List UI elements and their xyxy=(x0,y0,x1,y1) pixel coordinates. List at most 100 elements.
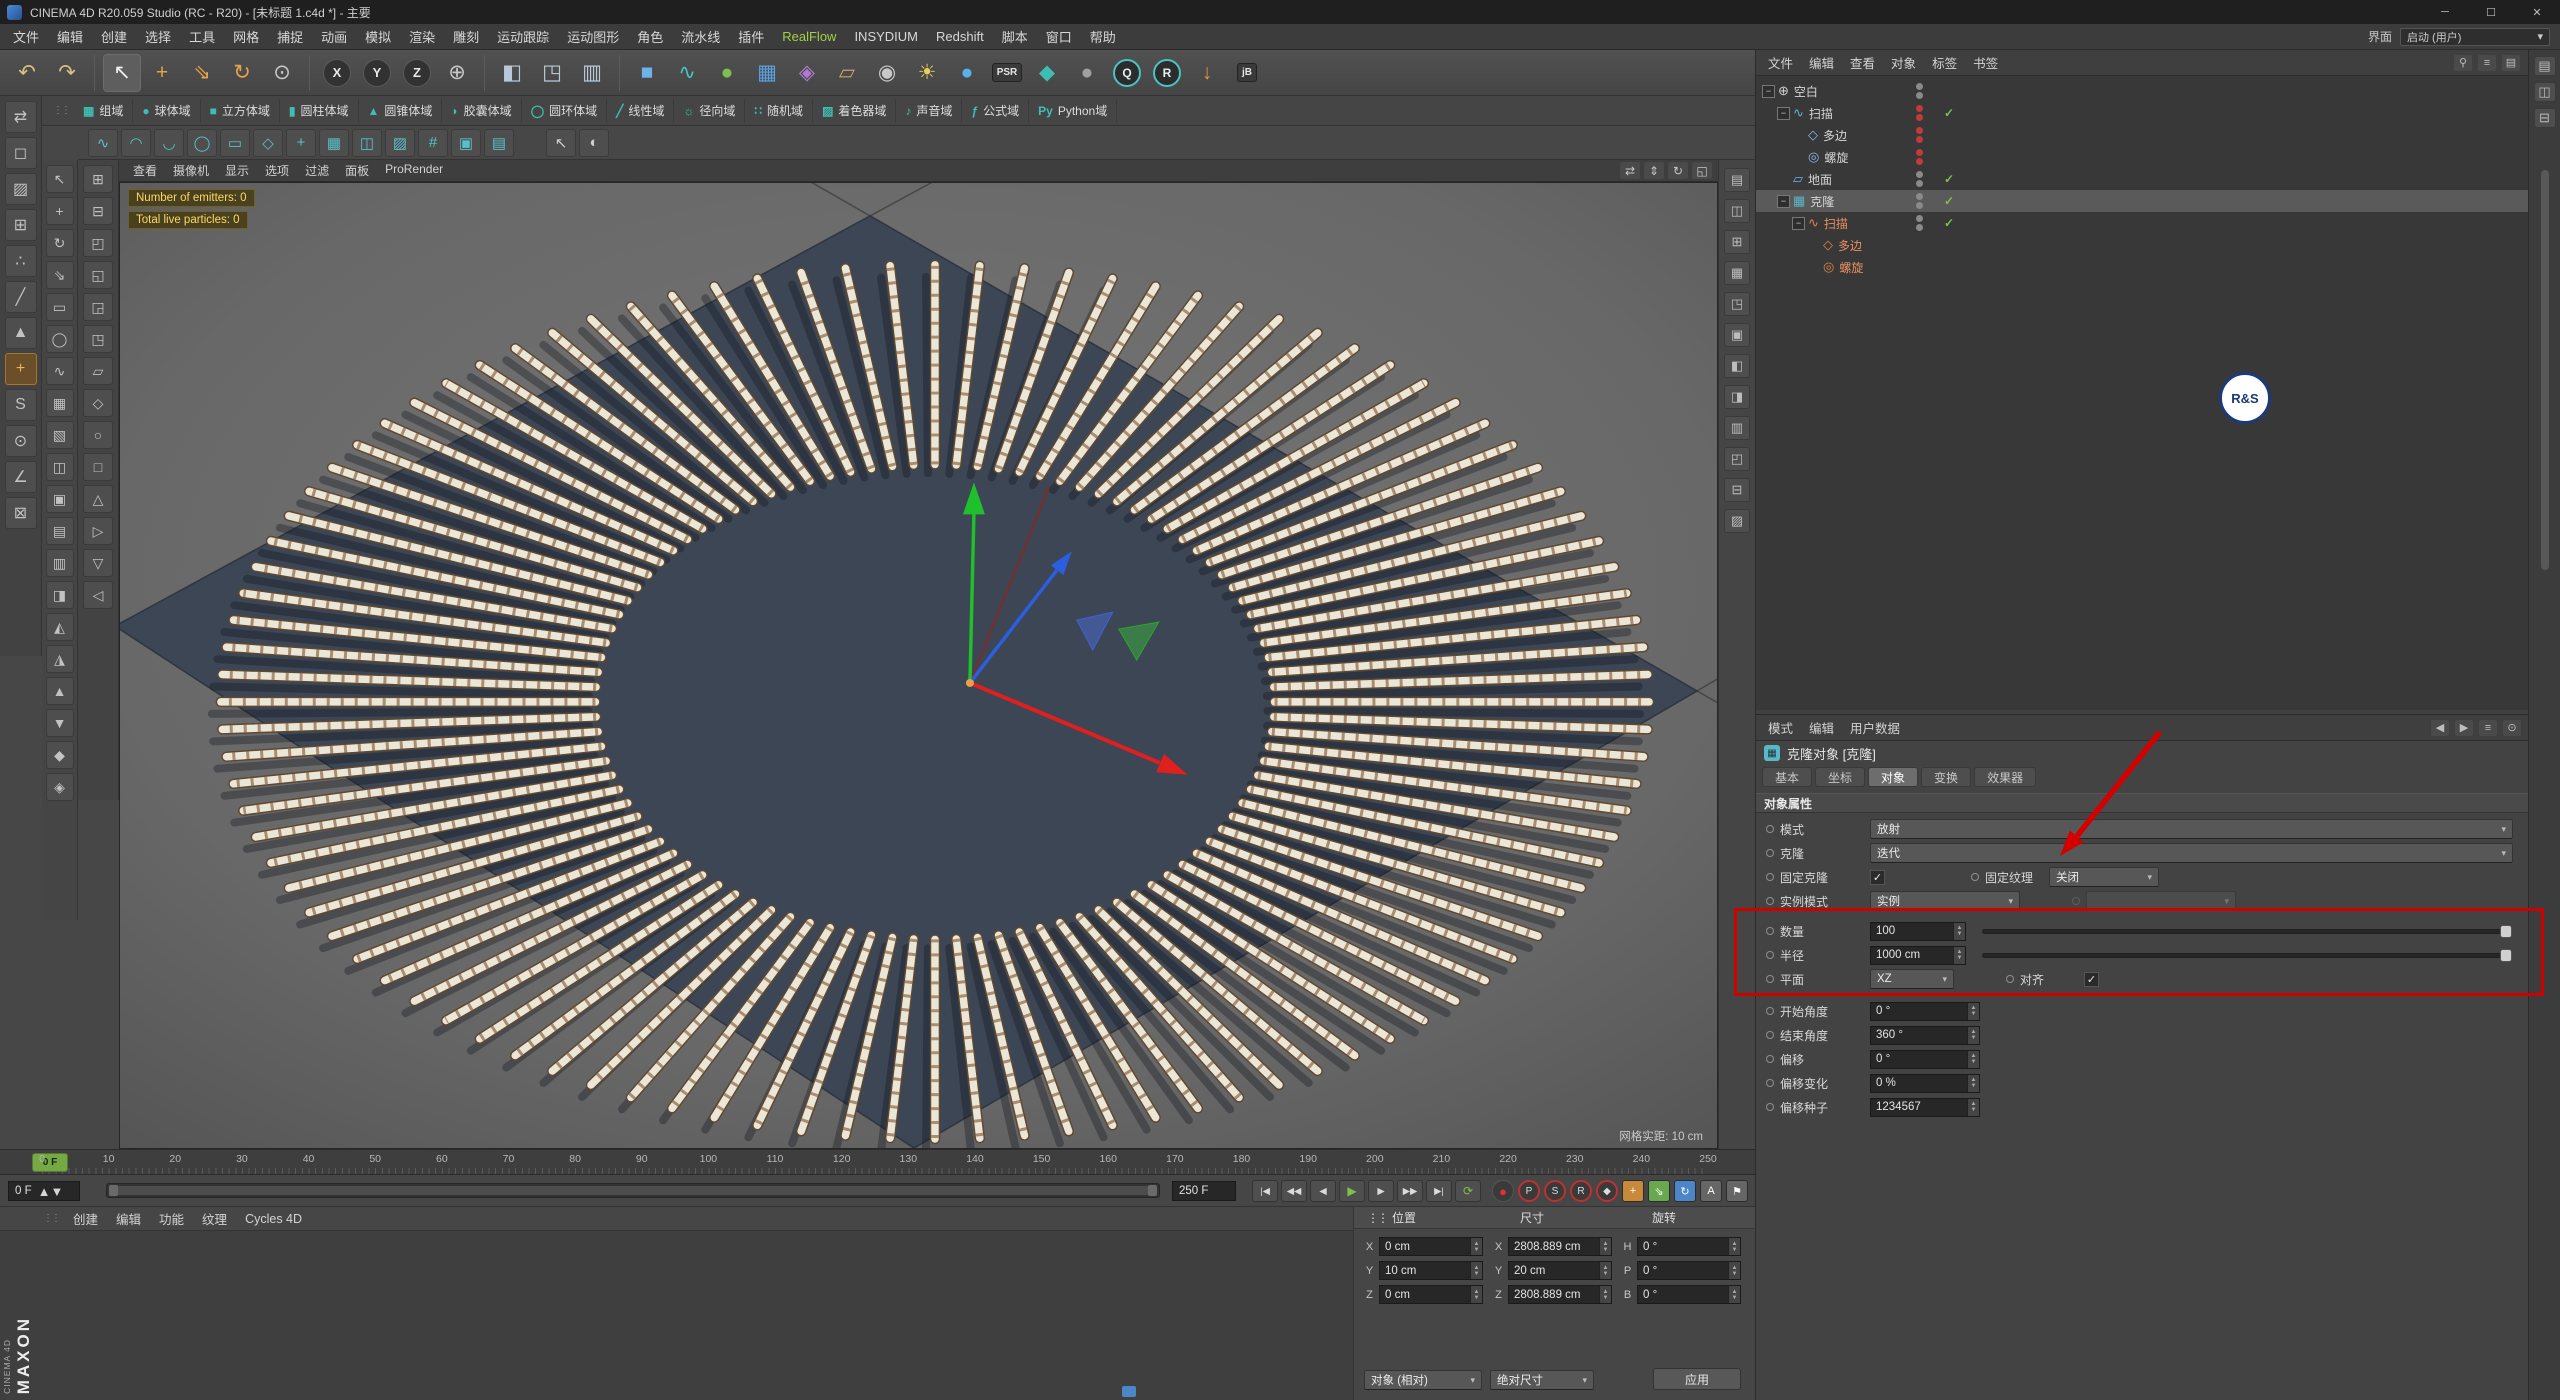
render-region-icon[interactable]: ◳ xyxy=(533,54,571,92)
side-tool-10-icon[interactable]: ◫ xyxy=(45,453,74,481)
dock-panel-7-icon[interactable]: ◧ xyxy=(1724,354,1750,378)
menu-item-create[interactable]: 创建 xyxy=(92,27,136,46)
box-field-button[interactable]: ■ 立方体域 xyxy=(201,98,280,123)
texture-mode-icon[interactable]: ▨ xyxy=(4,173,37,205)
rs-plugin-badge[interactable]: R&S xyxy=(2219,372,2271,424)
play-button[interactable]: ▶ xyxy=(1339,1180,1365,1202)
record-parameter-button[interactable]: ◆ xyxy=(1596,1180,1618,1202)
object-row-floor[interactable]: ▱ 地面 ✓ xyxy=(1756,168,2529,190)
coord-field-位置-X[interactable]: 0 cm ▲ ▼ xyxy=(1379,1237,1483,1256)
psr-icon[interactable]: PSR xyxy=(988,54,1026,92)
anim-dot[interactable] xyxy=(1766,849,1774,857)
split-tool-icon[interactable]: ◫ xyxy=(352,128,382,157)
visibility-dots[interactable] xyxy=(1916,215,1923,231)
dock-panel-4-icon[interactable]: ▦ xyxy=(1724,261,1750,285)
coord-field-旋转-B[interactable]: 0 ° ▲ ▼ xyxy=(1637,1285,1741,1304)
scrollbar[interactable] xyxy=(2541,170,2549,570)
coord-system-icon[interactable]: ⊕ xyxy=(438,54,476,92)
am-menu-edit[interactable]: 编辑 xyxy=(1801,718,1842,737)
volume-icon[interactable]: ● xyxy=(948,54,986,92)
zoom-view-icon[interactable]: ⇕ xyxy=(1644,162,1664,179)
object-row-null-object[interactable]: − ⊕ 空白 xyxy=(1756,80,2529,102)
goto-start-button[interactable]: |◀ xyxy=(1252,1180,1278,1202)
maximize-view-icon[interactable]: ◱ xyxy=(1692,162,1712,179)
start-angle-field[interactable]: 0 ° ▲ ▼ xyxy=(1870,1001,1980,1021)
group-field-button[interactable]: ▦ 组域 xyxy=(74,98,134,123)
shelf-tool-9-icon[interactable]: ○ xyxy=(83,421,113,449)
radius-slider[interactable] xyxy=(1982,948,2512,962)
side-tool-9-icon[interactable]: ▧ xyxy=(45,421,74,449)
am-menu-user-data[interactable]: 用户数据 xyxy=(1842,718,1908,737)
frame-spinner[interactable]: ▲▼ xyxy=(38,1184,64,1199)
scale-toggle-button[interactable]: ⇘ xyxy=(1648,1180,1670,1202)
undo-icon[interactable]: ↶ xyxy=(8,54,46,92)
edges-mode-icon[interactable]: ╱ xyxy=(4,281,37,313)
menu-item-window[interactable]: 窗口 xyxy=(1037,27,1081,46)
rotation-toggle-button[interactable]: ↻ xyxy=(1674,1180,1696,1202)
mode-dropdown[interactable]: 放射 ▾ xyxy=(1870,819,2513,839)
prev-key-button[interactable]: ◀◀ xyxy=(1281,1180,1307,1202)
panel-grip[interactable]: ⋮⋮ xyxy=(38,1213,64,1224)
side-tool-17-icon[interactable]: ▲ xyxy=(45,677,74,705)
menu-item-character[interactable]: 角色 xyxy=(628,27,672,46)
rotate-view-icon[interactable]: ↻ xyxy=(1668,162,1688,179)
download-icon[interactable]: ↓ xyxy=(1188,54,1226,92)
rotate-icon[interactable]: ↻ xyxy=(223,54,261,92)
panel-grip[interactable]: ⋮⋮ xyxy=(1362,1211,1392,1225)
material-menu-function[interactable]: 功能 xyxy=(150,1209,193,1228)
cylinder-field-button[interactable]: ▮ 圆柱体域 xyxy=(280,98,359,123)
panel-grip[interactable]: ⋮⋮ xyxy=(48,105,74,116)
material-menu-cycles4d[interactable]: Cycles 4D xyxy=(236,1212,311,1226)
layout-c-icon[interactable]: ⊟ xyxy=(2533,108,2556,128)
shelf-tool-5-icon[interactable]: ◲ xyxy=(83,293,113,321)
menu-item-snap[interactable]: 捕捉 xyxy=(268,27,312,46)
coord-field-旋转-H[interactable]: 0 ° ▲ ▼ xyxy=(1637,1237,1741,1256)
menu-item-tools[interactable]: 工具 xyxy=(180,27,224,46)
fix-clone-checkbox[interactable]: ✓ xyxy=(1870,869,1885,885)
layout-b-icon[interactable]: ◫ xyxy=(2533,82,2556,102)
lock-workplane-icon[interactable]: ⊠ xyxy=(4,497,37,529)
shelf-tool-2-icon[interactable]: ⊟ xyxy=(83,197,113,225)
keyframe-selection-button[interactable]: ⚑ xyxy=(1726,1180,1748,1202)
enable-check[interactable]: ✓ xyxy=(1944,106,1954,120)
record-rotation-button[interactable]: R xyxy=(1570,1180,1592,1202)
shelf-tool-12-icon[interactable]: ▷ xyxy=(83,517,113,545)
menu-item-edit[interactable]: 编辑 xyxy=(48,27,92,46)
formula-field-button[interactable]: ƒ 公式域 xyxy=(962,98,1030,123)
material-menu-texture[interactable]: 纹理 xyxy=(193,1209,236,1228)
material-menu-edit[interactable]: 编辑 xyxy=(107,1209,150,1228)
loop-button[interactable]: ⟳ xyxy=(1455,1180,1481,1202)
dock-panel-11-icon[interactable]: ⊟ xyxy=(1724,478,1750,502)
layers-icon[interactable]: ▤ xyxy=(2502,54,2520,71)
anim-dot[interactable] xyxy=(2006,975,2014,983)
anim-dot[interactable] xyxy=(1766,1055,1774,1063)
enable-check[interactable]: ✓ xyxy=(1944,194,1954,208)
menu-item-render[interactable]: 渲染 xyxy=(400,27,444,46)
next-key-button[interactable]: ▶▶ xyxy=(1397,1180,1423,1202)
size-mode-dropdown[interactable]: 绝对尺寸 ▾ xyxy=(1490,1370,1594,1390)
convert-editable-icon[interactable]: ⇄ xyxy=(4,101,37,133)
coord-field-位置-Z[interactable]: 0 cm ▲ ▼ xyxy=(1379,1285,1483,1304)
side-tool-20-icon[interactable]: ◈ xyxy=(45,773,74,801)
viewport-menu-view[interactable]: 查看 xyxy=(125,162,165,179)
record-position-button[interactable]: P xyxy=(1518,1180,1540,1202)
add-point-tool-icon[interactable]: + xyxy=(286,128,316,157)
filter-icon[interactable]: ≡ xyxy=(2478,54,2496,71)
render-settings-icon[interactable]: ▥ xyxy=(573,54,611,92)
count-slider[interactable] xyxy=(1982,924,2512,938)
coord-field-旋转-P[interactable]: 0 ° ▲ ▼ xyxy=(1637,1261,1741,1280)
side-tool-16-icon[interactable]: ◮ xyxy=(45,645,74,673)
back-icon[interactable]: ◀ xyxy=(2431,719,2449,736)
visibility-dots[interactable] xyxy=(1916,105,1923,121)
forward-icon[interactable]: ▶ xyxy=(2455,719,2473,736)
jb-plugin-icon[interactable]: jB xyxy=(1228,54,1266,92)
position-toggle-button[interactable]: + xyxy=(1622,1180,1644,1202)
dock-panel-5-icon[interactable]: ◳ xyxy=(1724,292,1750,316)
record-keyframe-button[interactable]: ● xyxy=(1492,1180,1514,1202)
dock-panel-1-icon[interactable]: ▤ xyxy=(1724,168,1750,192)
tab-effectors[interactable]: 效果器 xyxy=(1974,767,2037,787)
angle-snap-icon[interactable]: ∠ xyxy=(4,461,37,493)
tab-transform[interactable]: 变换 xyxy=(1921,767,1972,787)
random-field-button[interactable]: ∷ 随机域 xyxy=(745,98,814,123)
side-tool-19-icon[interactable]: ◆ xyxy=(45,741,74,769)
